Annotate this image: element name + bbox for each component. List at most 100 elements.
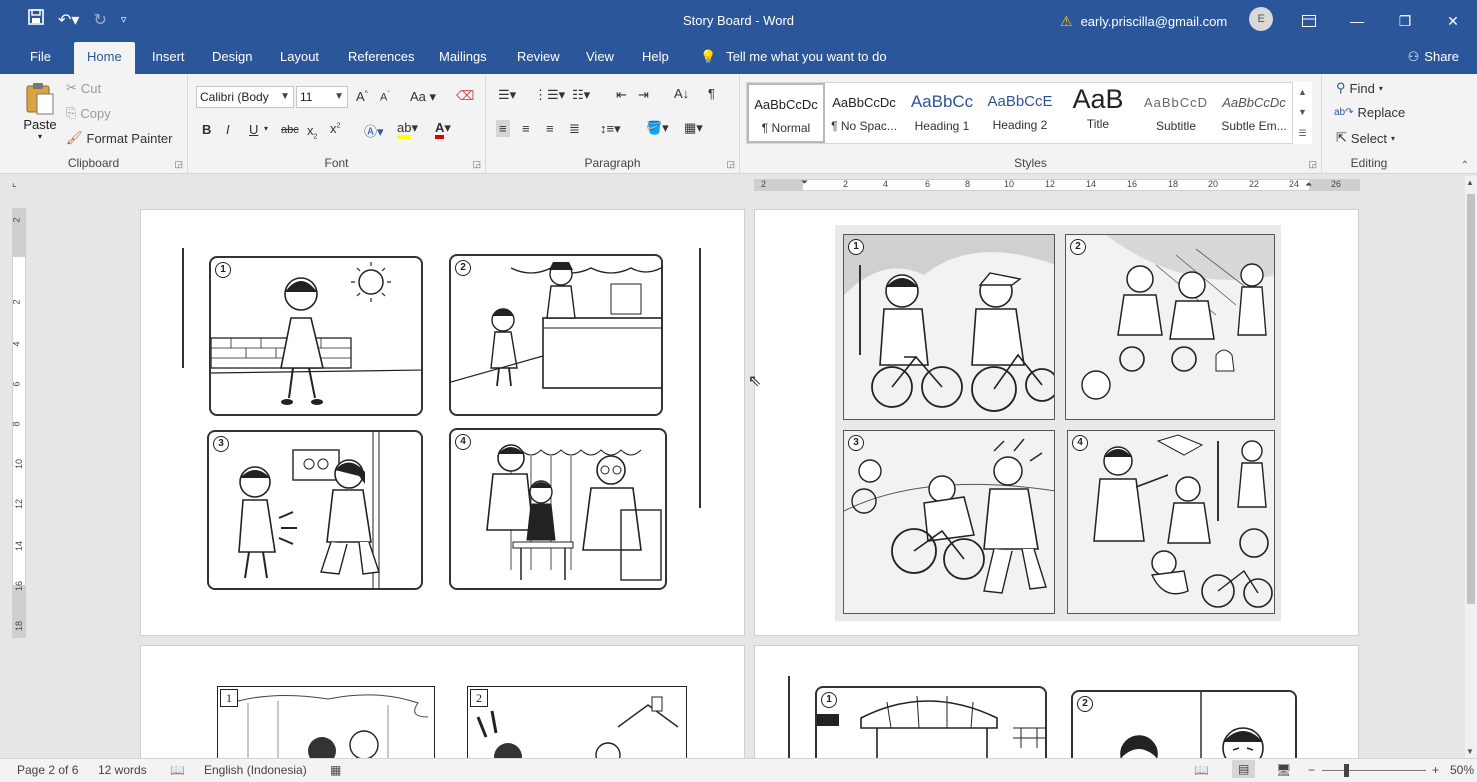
tab-file[interactable]: File — [17, 42, 64, 74]
style-heading-2[interactable]: AaBbCcE Heading 2 — [981, 83, 1059, 143]
align-center-icon[interactable]: ≡ — [522, 121, 530, 136]
highlight-icon[interactable]: ab▾ — [397, 120, 418, 139]
account-area[interactable]: ⚠ early.priscilla@gmail.com E — [1060, 7, 1274, 31]
chevron-down-icon: ▾ — [1391, 133, 1396, 143]
scroll-thumb[interactable] — [1467, 194, 1475, 604]
more-styles-icon[interactable]: ☰ — [1298, 128, 1306, 139]
font-name-box[interactable]: Calibri (Body ▼ — [196, 86, 294, 108]
proofing-icon[interactable]: 📖 — [170, 763, 185, 777]
scroll-up-icon[interactable]: ▲ — [1466, 178, 1474, 187]
title-bar: ↶▾ ↻ ▿ Story Board - Word ⚠ early.prisci… — [0, 0, 1477, 42]
tab-selector[interactable]: ⌞ — [12, 178, 30, 192]
tab-view[interactable]: View — [573, 42, 627, 74]
show-formatting-icon[interactable]: ¶ — [708, 86, 715, 101]
tab-design[interactable]: Design — [199, 42, 265, 74]
restore-icon[interactable]: ❐ — [1381, 0, 1429, 42]
close-icon[interactable]: ✕ — [1429, 0, 1477, 42]
justify-icon[interactable]: ≣ — [569, 121, 580, 137]
tab-home[interactable]: Home — [74, 42, 135, 74]
vertical-scrollbar[interactable]: ▲ ▼ — [1465, 176, 1477, 758]
sort-icon[interactable]: A↓ — [674, 86, 689, 101]
document-page[interactable]: 1 2 — [754, 645, 1359, 776]
underline-icon[interactable]: U — [249, 122, 258, 137]
style-subtle-emphasis[interactable]: AaBbCcDc Subtle Em... — [1215, 83, 1293, 143]
paste-button[interactable]: Paste ▾ — [22, 82, 58, 141]
zoom-in-icon[interactable]: + — [1432, 763, 1439, 777]
language-indicator[interactable]: English (Indonesia) — [204, 763, 307, 777]
collapse-ribbon-icon[interactable]: ⌃ — [1461, 160, 1469, 171]
indent-marker-icon[interactable]: ⏷ — [801, 177, 808, 188]
cut-button[interactable]: ✂ Cut — [66, 80, 101, 96]
clear-formatting-icon[interactable]: ⌫ — [456, 88, 474, 104]
scroll-down-icon[interactable]: ▼ — [1466, 747, 1474, 756]
underline-dropdown-icon[interactable]: ▾ — [264, 124, 268, 133]
style-title[interactable]: AaB Title — [1059, 83, 1137, 143]
style-subtitle[interactable]: AaBbCcD Subtitle — [1137, 83, 1215, 143]
paste-dropdown-icon[interactable]: ▾ — [22, 132, 58, 141]
format-painter-button[interactable]: 🖌 Format Painter — [66, 130, 173, 146]
tab-layout[interactable]: Layout — [267, 42, 332, 74]
font-size-box[interactable]: 11 ▼ — [296, 86, 348, 108]
horizontal-ruler[interactable]: 2 2 4 6 8 10 12 14 16 18 20 22 24 26 ⏷ ⏶ — [754, 177, 1360, 191]
change-case-button[interactable]: Aa ▾ — [410, 89, 436, 105]
chevron-up-icon[interactable]: ▲ — [1298, 87, 1307, 97]
align-right-icon[interactable]: ≡ — [546, 121, 554, 136]
zoom-slider-thumb[interactable] — [1344, 764, 1349, 777]
page-indicator[interactable]: Page 2 of 6 — [17, 763, 78, 777]
right-indent-marker-icon[interactable]: ⏶ — [1305, 179, 1312, 190]
find-button[interactable]: ⚲ Find ▾ — [1336, 80, 1383, 96]
share-button[interactable]: ⚇ Share — [1408, 49, 1459, 65]
shading-icon[interactable]: 🪣▾ — [646, 120, 669, 136]
copy-button[interactable]: ⎘ Copy — [66, 105, 111, 121]
clipboard-launcher-icon[interactable]: ◲ — [174, 159, 183, 170]
style-no-spacing[interactable]: AaBbCcDc ¶ No Spac... — [825, 83, 903, 143]
borders-icon[interactable]: ▦▾ — [684, 120, 703, 136]
subscript-icon[interactable]: x2 — [307, 123, 317, 141]
read-mode-icon[interactable]: 📖 — [1194, 763, 1209, 777]
style-heading-1[interactable]: AaBbCc Heading 1 — [903, 83, 981, 143]
macro-icon[interactable]: ▦ — [330, 763, 341, 777]
vertical-ruler[interactable]: 2 2 4 6 8 10 12 14 16 18 — [12, 208, 26, 638]
decrease-indent-icon[interactable]: ⇤ — [616, 87, 627, 103]
italic-icon[interactable]: I — [226, 122, 230, 137]
text-effects-icon[interactable]: Ⓐ▾ — [364, 121, 384, 140]
chevron-down-icon[interactable]: ▼ — [1298, 107, 1307, 117]
word-count[interactable]: 12 words — [98, 763, 147, 777]
document-page[interactable]: 1 2 — [754, 209, 1359, 636]
strikethrough-icon[interactable]: abc — [281, 124, 299, 136]
replace-button[interactable]: ab↷ Replace — [1334, 105, 1405, 120]
numbering-icon[interactable]: ⋮☰▾ — [534, 87, 565, 103]
house-scene-illustration — [476, 696, 679, 765]
superscript-icon[interactable]: x2 — [330, 121, 340, 136]
tell-me-box[interactable]: 💡 Tell me what you want to do — [700, 49, 887, 65]
ribbon-display-icon[interactable] — [1285, 0, 1333, 42]
tab-references[interactable]: References — [335, 42, 427, 74]
document-page[interactable]: 1 2 — [140, 645, 745, 766]
minimize-icon[interactable]: — — [1333, 0, 1381, 42]
increase-indent-icon[interactable]: ⇥ — [638, 87, 649, 103]
align-left-icon[interactable]: ≡ — [496, 120, 510, 137]
zoom-out-icon[interactable]: − — [1308, 763, 1315, 777]
zoom-slider-track[interactable] — [1322, 770, 1426, 771]
document-page[interactable]: 1 2 — [140, 209, 745, 636]
tab-help[interactable]: Help — [629, 42, 682, 74]
print-layout-icon[interactable]: ▤ — [1232, 760, 1256, 778]
font-launcher-icon[interactable]: ◲ — [472, 159, 481, 170]
zoom-level[interactable]: 50% — [1450, 763, 1474, 777]
tab-mailings[interactable]: Mailings — [426, 42, 500, 74]
avatar[interactable]: E — [1249, 7, 1274, 31]
styles-launcher-icon[interactable]: ◲ — [1308, 159, 1317, 170]
style-normal[interactable]: AaBbCcDc ¶ Normal — [747, 83, 825, 143]
font-color-icon[interactable]: A▾ — [435, 120, 451, 139]
shrink-font-icon[interactable]: Aˇ — [380, 91, 390, 104]
bullets-icon[interactable]: ☰▾ — [498, 87, 516, 103]
bold-icon[interactable]: B — [202, 122, 211, 137]
line-spacing-icon[interactable]: ↕≡▾ — [600, 121, 621, 137]
tab-review[interactable]: Review — [504, 42, 573, 74]
grow-font-icon[interactable]: A^ — [356, 89, 368, 104]
select-button[interactable]: ⇱ Select ▾ — [1336, 130, 1395, 146]
web-layout-icon[interactable]: 🖥 — [1276, 763, 1291, 777]
tab-insert[interactable]: Insert — [139, 42, 198, 74]
paragraph-launcher-icon[interactable]: ◲ — [726, 159, 735, 170]
multilevel-list-icon[interactable]: ☷▾ — [572, 87, 590, 103]
